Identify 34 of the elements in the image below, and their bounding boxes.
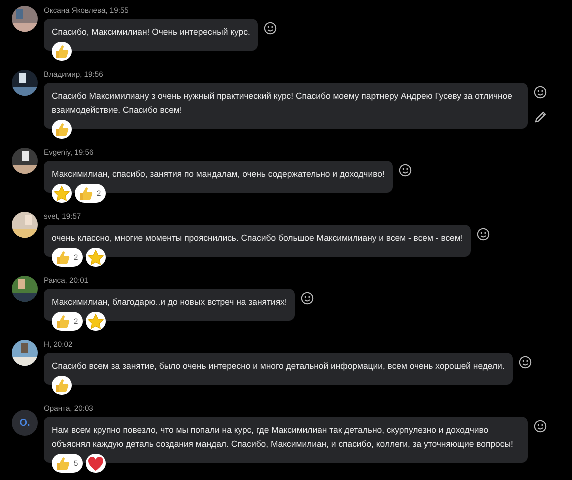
message-text: очень классно, многие моменты прояснились. Спасибо большое Максимилиану и всем - всем - всем! (52, 232, 464, 245)
pencil-icon[interactable] (534, 111, 547, 124)
message-text: Максимилиан, благодарю..и до новых встреч на занятиях! (52, 296, 288, 309)
message-text: Спасибо Максимилиану з очень нужный практический курс! Спасибо моему партнеру Андрею Гусеву за отличное взаимодействие. Спасибо всем! (52, 90, 514, 117)
star-icon (53, 184, 71, 202)
thumbs-up-icon (53, 120, 71, 138)
reaction-button[interactable] (52, 184, 72, 203)
star-icon (87, 248, 106, 266)
avatar: O. (12, 410, 38, 436)
message-text: Спасибо всем за занятие, было очень интересно и много детальной информации, всем очень хорошей недели. (52, 360, 505, 373)
message-text: Нам всем крупно повезло, что мы попали на курс, где Максимилиан так детально, скурпулезно и доходчиво объяснял каждую деталь создания мандал. Спасибо, Максимилиан, и спасибо, коллеги, за уточняющие вопросы! (52, 424, 514, 451)
emoji-icon[interactable] (398, 164, 412, 177)
star-icon (87, 312, 106, 330)
reaction-button[interactable] (86, 454, 106, 473)
thumbs-up-icon (54, 454, 72, 472)
message-text: Максимилиан, спасибо, занятия по мандалам, очень содержательно и доходчиво! (52, 168, 385, 181)
thumbs-up-icon (54, 312, 72, 330)
heart-icon (87, 454, 106, 472)
emoji-icon[interactable] (264, 22, 278, 35)
emoji-icon[interactable] (534, 86, 547, 99)
emoji-icon[interactable] (477, 228, 490, 241)
thumbs-up-icon (77, 184, 95, 202)
emoji-icon[interactable] (518, 356, 532, 369)
reaction-button[interactable] (86, 248, 106, 267)
thumbs-up-icon (54, 248, 72, 266)
reaction-button[interactable] (52, 376, 72, 395)
reaction-button[interactable] (86, 312, 106, 331)
emoji-icon[interactable] (301, 292, 314, 305)
message-text: Спасибо, Максимилиан! Очень интересный курс. (52, 26, 250, 39)
thumbs-up-icon (53, 376, 71, 394)
thumbs-up-icon (53, 42, 71, 60)
reaction-button[interactable] (52, 120, 72, 139)
reaction-button[interactable] (52, 42, 72, 61)
emoji-icon[interactable] (534, 420, 547, 433)
